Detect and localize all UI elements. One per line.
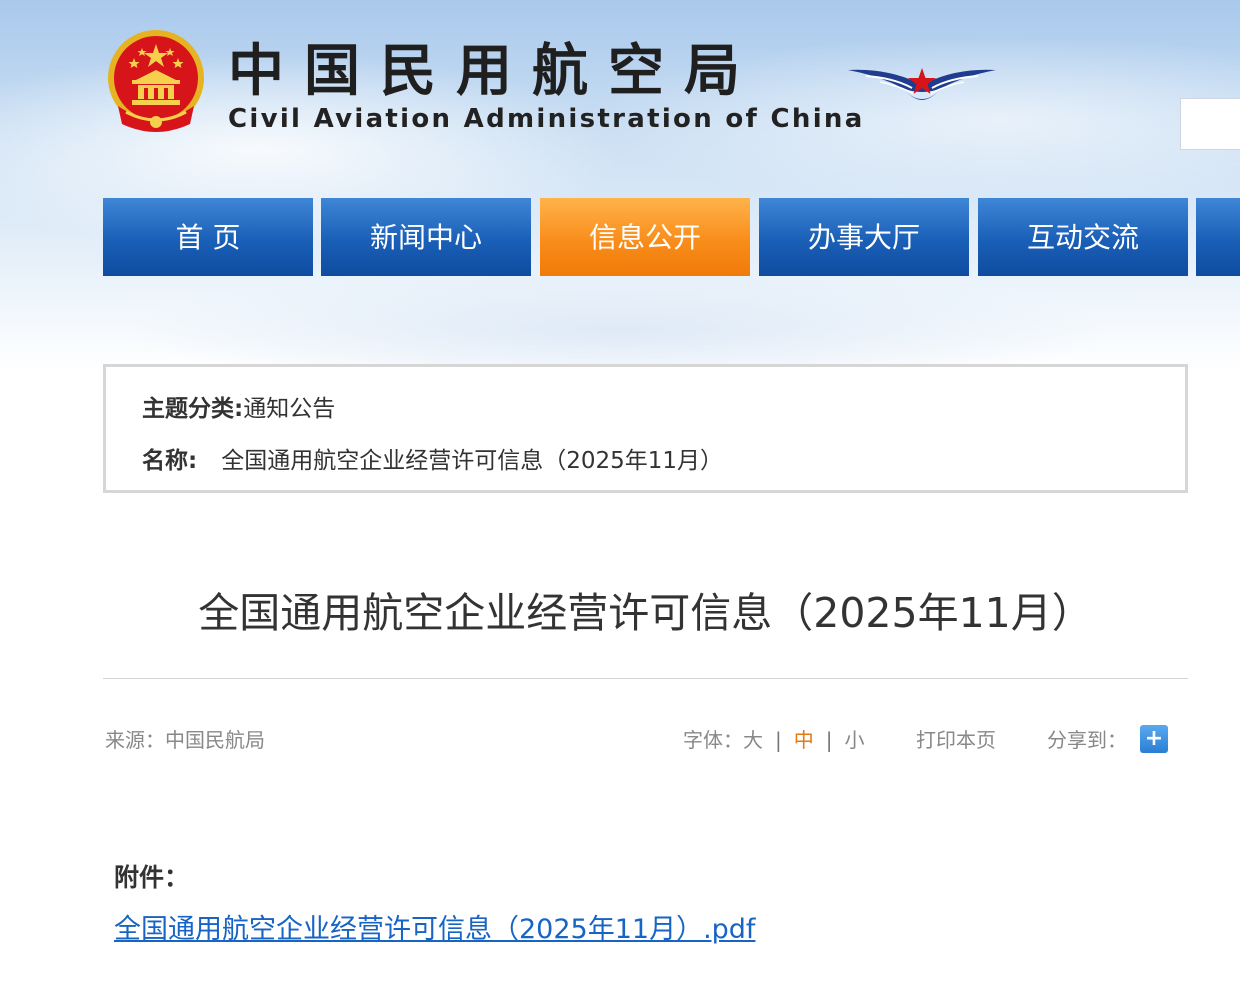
nav-info-disclosure[interactable]: 信息公开 [540, 198, 750, 276]
font-size-large[interactable]: 大 [743, 728, 763, 752]
font-size-medium[interactable]: 中 [794, 728, 814, 752]
share-label: 分享到： [1047, 728, 1127, 752]
national-emblem-icon [108, 30, 204, 132]
attachment-label: 附件： [114, 863, 190, 892]
main-nav: 首 页 新闻中心 信息公开 办事大厅 互动交流 [103, 198, 1240, 276]
caac-wings-logo [848, 68, 996, 100]
attachment-pdf-link[interactable]: 全国通用航空企业经营许可信息（2025年11月）.pdf [114, 907, 755, 946]
nav-more[interactable] [1196, 198, 1240, 276]
name-row: 名称: 全国通用航空企业经营许可信息（2025年11月） [142, 441, 723, 475]
nav-home[interactable]: 首 页 [103, 198, 313, 276]
nav-interaction[interactable]: 互动交流 [978, 198, 1188, 276]
nav-service-hall[interactable]: 办事大厅 [759, 198, 969, 276]
font-size-control: 字体：大 | 中 | 小 [683, 726, 865, 754]
print-page-link[interactable]: 打印本页 [916, 726, 996, 754]
article-source: 来源：中国民航局 [105, 728, 265, 752]
org-name-cn: 中国民用航空局 [228, 39, 760, 104]
category-label: 主题分类: [142, 396, 244, 422]
category-value: 通知公告 [243, 396, 336, 422]
article-info-box: 主题分类:通知公告 名称: 全国通用航空企业经营许可信息（2025年11月） [103, 364, 1188, 493]
title-divider [103, 678, 1188, 679]
nav-news-center[interactable]: 新闻中心 [321, 198, 531, 276]
search-input[interactable] [1180, 98, 1240, 150]
share-plus-icon[interactable]: + [1140, 725, 1168, 753]
separator: | [775, 728, 782, 752]
article-title: 全国通用航空企业经营许可信息（2025年11月） [198, 589, 1093, 637]
category-row: 主题分类:通知公告 [142, 389, 335, 423]
org-name-en: Civil Aviation Administration of China [228, 104, 865, 134]
font-size-small[interactable]: 小 [845, 728, 865, 752]
separator: | [825, 728, 833, 752]
name-value: 全国通用航空企业经营许可信息（2025年11月） [221, 448, 724, 474]
font-size-label: 字体： [683, 728, 743, 752]
name-label: 名称: [142, 448, 198, 474]
